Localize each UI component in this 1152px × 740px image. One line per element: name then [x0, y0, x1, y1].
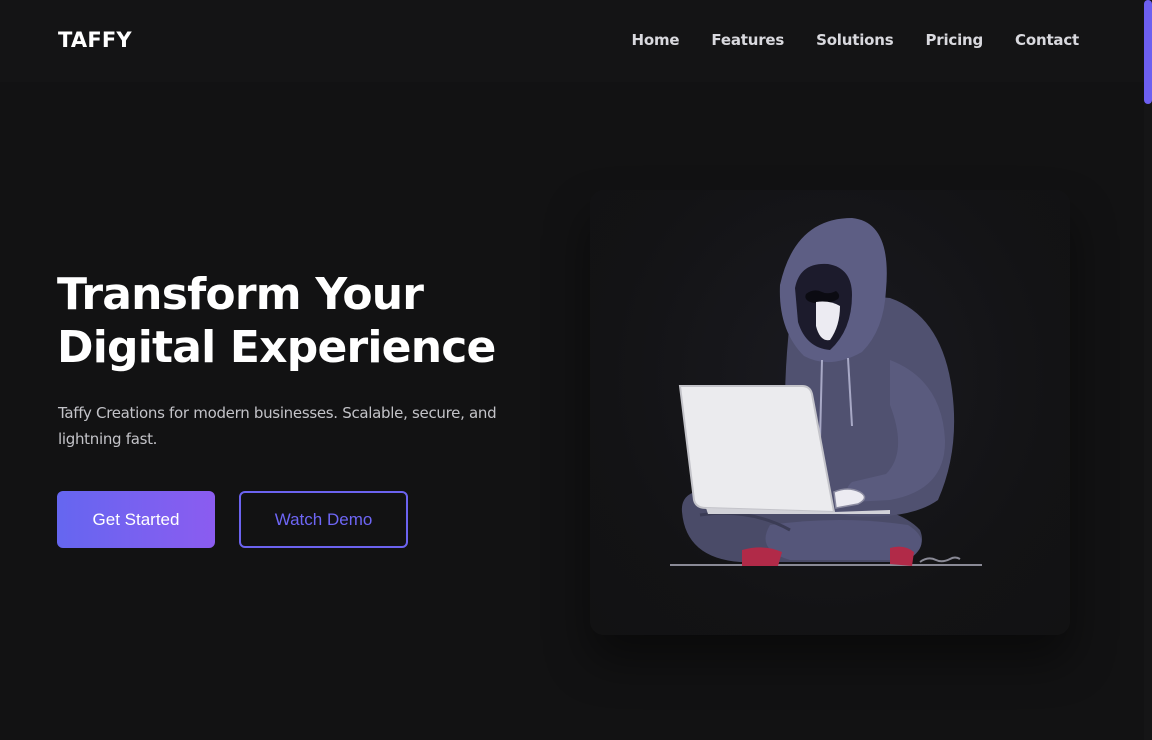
landing-page: TAFFY Home Features Solutions Pricing Co…: [0, 0, 1152, 740]
get-started-button[interactable]: Get Started: [57, 491, 215, 548]
nav-home[interactable]: Home: [632, 31, 680, 49]
nav-pricing[interactable]: Pricing: [925, 31, 983, 49]
site-header: TAFFY Home Features Solutions Pricing Co…: [0, 0, 1144, 82]
hero-illustration-card: [590, 190, 1070, 635]
logo[interactable]: TAFFY: [58, 28, 132, 52]
hooded-hacker-illustration: [670, 218, 982, 566]
hero-title-line-2: Digital Experience: [57, 322, 496, 373]
nav-solutions[interactable]: Solutions: [816, 31, 894, 49]
cable-icon: [919, 556, 961, 563]
scrollbar-thumb[interactable]: [1144, 0, 1152, 104]
nav-features[interactable]: Features: [711, 31, 784, 49]
page-scrollbar[interactable]: [1144, 0, 1152, 740]
main-nav: Home Features Solutions Pricing Contact: [632, 31, 1080, 49]
shoe-left-icon: [742, 547, 782, 566]
hero-title-line-1: Transform Your: [57, 269, 424, 320]
nav-contact[interactable]: Contact: [1015, 31, 1079, 49]
hero-subtitle: Taffy Creations for modern businesses. S…: [58, 404, 497, 448]
watch-demo-button[interactable]: Watch Demo: [239, 491, 408, 548]
hero-title: Transform Your Digital Experience: [57, 268, 577, 374]
